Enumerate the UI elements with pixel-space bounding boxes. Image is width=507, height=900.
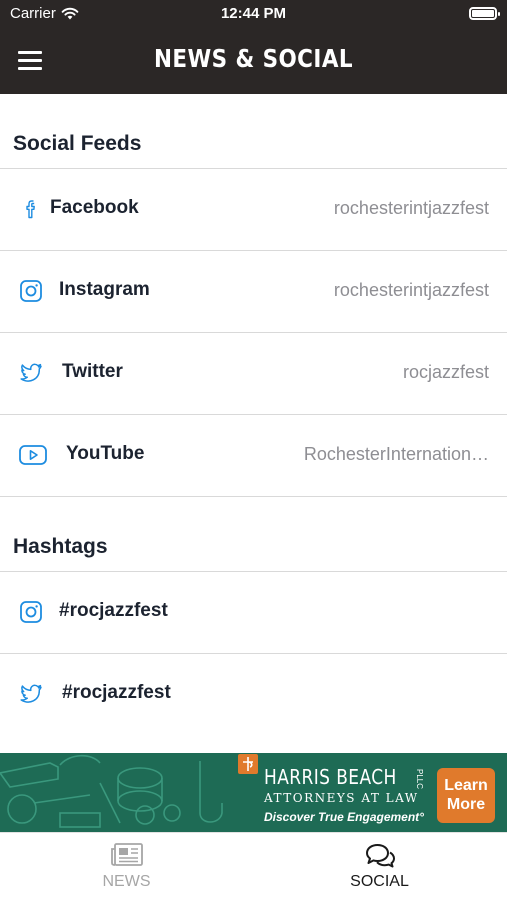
ad-tagline: Discover True Engagement° [264,810,424,824]
instagram-icon [20,280,42,302]
twitter-icon [20,363,42,382]
social-feed-twitter[interactable]: Twitter rocjazzfest [0,333,507,415]
ad-cta-line1: Learn [444,777,488,794]
harris-beach-logo-icon [238,754,258,774]
ad-cta-line2: More [446,796,486,813]
ad-learn-more-button[interactable]: Learn More [437,768,495,823]
social-feed-name: Instagram [59,279,150,300]
hashtags-section-header: Hashtags [0,497,507,572]
hashtag-row-instagram[interactable]: #rocjazzfest [0,572,507,654]
ad-brand-suffix: PLLC [415,769,424,790]
social-feed-name: YouTube [66,443,145,464]
page-title: NEWS & SOCIAL [153,44,354,73]
social-feed-name: Twitter [62,361,123,382]
social-feed-facebook[interactable]: Facebook rochesterintjazzfest [0,169,507,251]
tab-social-label: SOCIAL [350,873,409,890]
social-feed-name: Facebook [50,197,139,218]
social-feed-handle: RochesterInternation… [303,444,489,464]
social-feed-handle: rochesterintjazzfest [333,198,489,218]
social-feed-handle: rochesterintjazzfest [333,280,489,300]
social-feeds-heading: Social Feeds [13,132,142,155]
tab-social[interactable]: SOCIAL [253,833,506,900]
hashtags-heading: Hashtags [13,535,108,558]
social-feed-instagram[interactable]: Instagram rochesterintjazzfest [0,251,507,333]
tab-bar: NEWS SOCIAL [0,832,507,900]
nav-header: Carrier 12:44 PM NEWS & SOCIAL [0,0,507,94]
social-feeds-section-header: Social Feeds [0,94,507,169]
social-feed-youtube[interactable]: YouTube RochesterInternation… [0,415,507,497]
battery-icon [469,7,500,20]
ad-subtitle: ATTORNEYS AT LAW [264,791,419,805]
status-time: 12:44 PM [220,5,287,22]
hashtag-label: #rocjazzfest [59,600,168,621]
tab-news-label: NEWS [102,873,151,890]
ad-brand-name: HARRIS BEACH [264,765,397,789]
music-instruments-illustration [0,754,223,828]
tab-news[interactable]: NEWS [0,833,253,900]
newspaper-icon [110,843,143,866]
status-bar: Carrier 12:44 PM [0,0,507,28]
instagram-icon [20,601,42,623]
hashtag-label: #rocjazzfest [62,682,171,703]
hashtag-row-twitter[interactable]: #rocjazzfest [0,654,507,736]
social-feed-handle: rocjazzfest [402,362,489,382]
facebook-icon [26,200,35,219]
chat-bubbles-icon [365,844,395,868]
twitter-icon [20,684,42,703]
youtube-icon [19,445,47,465]
